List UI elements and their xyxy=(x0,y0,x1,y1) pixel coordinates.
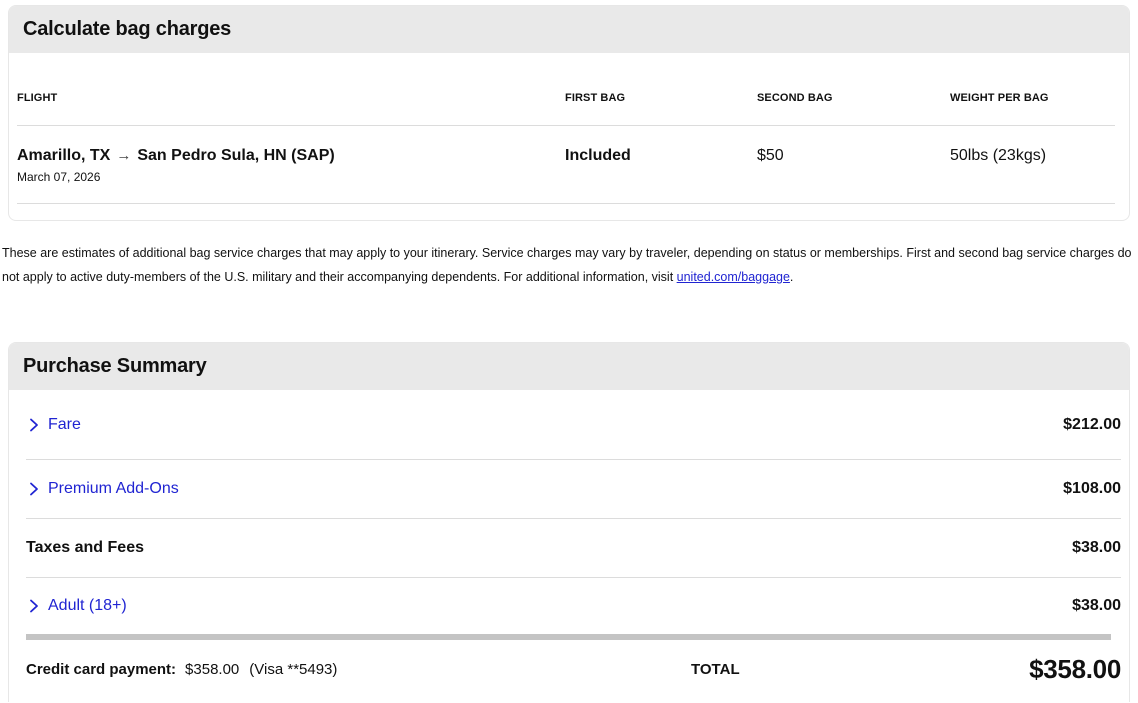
purchase-summary-body: Fare $212.00 Premium Add-Ons $108.00 Tax… xyxy=(9,390,1129,698)
column-header-flight: FLIGHT xyxy=(17,53,565,104)
baggage-policy-link[interactable]: united.com/baggage xyxy=(677,270,790,284)
chevron-right-icon xyxy=(26,481,42,497)
baggage-disclaimer: These are estimates of additional bag se… xyxy=(2,241,1136,289)
summary-row-amount: $212.00 xyxy=(1063,416,1121,434)
credit-card-payment-label: Credit card payment: xyxy=(26,661,176,678)
summary-row-label: Adult (18+) xyxy=(48,597,127,615)
chevron-right-icon xyxy=(26,417,42,433)
summary-row-fare: Fare $212.00 xyxy=(26,390,1121,460)
credit-card-payment: Credit card payment: $358.00 (Visa **549… xyxy=(26,661,691,678)
purchase-summary-header: Purchase Summary xyxy=(9,343,1129,390)
summary-row-amount: $38.00 xyxy=(1072,597,1121,615)
premium-add-ons-expand-toggle[interactable]: Premium Add-Ons xyxy=(26,480,179,498)
bag-table-header-row: FLIGHT FIRST BAG SECOND BAG WEIGHT PER B… xyxy=(17,53,1115,104)
summary-row-label: Fare xyxy=(48,416,81,434)
flight-cell: Amarillo, TX → San Pedro Sula, HN (SAP) Ma… xyxy=(17,147,565,184)
disclaimer-period: . xyxy=(790,270,793,284)
credit-card-payment-amount: $358.00 xyxy=(185,661,239,678)
total-label: TOTAL xyxy=(691,661,740,678)
summary-row-premium-add-ons: Premium Add-Ons $108.00 xyxy=(26,460,1121,519)
purchase-summary-title: Purchase Summary xyxy=(23,355,207,378)
credit-card-number: (Visa **5493) xyxy=(249,661,337,678)
disclaimer-text: These are estimates of additional bag se… xyxy=(2,246,1132,284)
table-divider xyxy=(17,203,1115,204)
bag-charges-title: Calculate bag charges xyxy=(23,18,231,41)
column-header-first-bag: FIRST BAG xyxy=(565,53,757,104)
total-divider xyxy=(26,634,1111,640)
summary-row-amount: $38.00 xyxy=(1072,539,1121,557)
destination-city: San Pedro Sula, HN (SAP) xyxy=(137,147,334,164)
chevron-right-icon xyxy=(26,598,42,614)
summary-row-amount: $108.00 xyxy=(1063,480,1121,498)
total-amount: $358.00 xyxy=(1029,654,1121,685)
fare-expand-toggle[interactable]: Fare xyxy=(26,416,81,434)
summary-row-adult: Adult (18+) $38.00 xyxy=(26,578,1121,634)
table-row: Amarillo, TX → San Pedro Sula, HN (SAP) Ma… xyxy=(17,126,1115,184)
bag-charges-body: FLIGHT FIRST BAG SECOND BAG WEIGHT PER B… xyxy=(9,53,1129,220)
summary-row-label: Taxes and Fees xyxy=(26,539,144,557)
bag-charges-header: Calculate bag charges xyxy=(9,6,1129,53)
summary-row-taxes-and-fees: Taxes and Fees $38.00 xyxy=(26,519,1121,578)
route-arrow-icon: → xyxy=(116,147,131,164)
payment-total-row: Credit card payment: $358.00 (Visa **549… xyxy=(26,641,1121,698)
adult-expand-toggle[interactable]: Adult (18+) xyxy=(26,597,127,615)
origin-city: Amarillo, TX xyxy=(17,147,110,164)
summary-row-label: Premium Add-Ons xyxy=(48,480,179,498)
flight-date: March 07, 2026 xyxy=(17,170,565,184)
first-bag-value: Included xyxy=(565,147,757,165)
column-header-second-bag: SECOND BAG xyxy=(757,53,950,104)
column-header-weight-per-bag: WEIGHT PER BAG xyxy=(950,53,1115,104)
bag-charges-card: Calculate bag charges FLIGHT FIRST BAG S… xyxy=(8,5,1130,221)
weight-per-bag-value: 50lbs (23kgs) xyxy=(950,147,1115,165)
purchase-summary-card: Purchase Summary Fare $212.00 Premium Ad… xyxy=(8,342,1130,702)
second-bag-value: $50 xyxy=(757,147,950,165)
flight-route: Amarillo, TX → San Pedro Sula, HN (SAP) xyxy=(17,147,565,165)
